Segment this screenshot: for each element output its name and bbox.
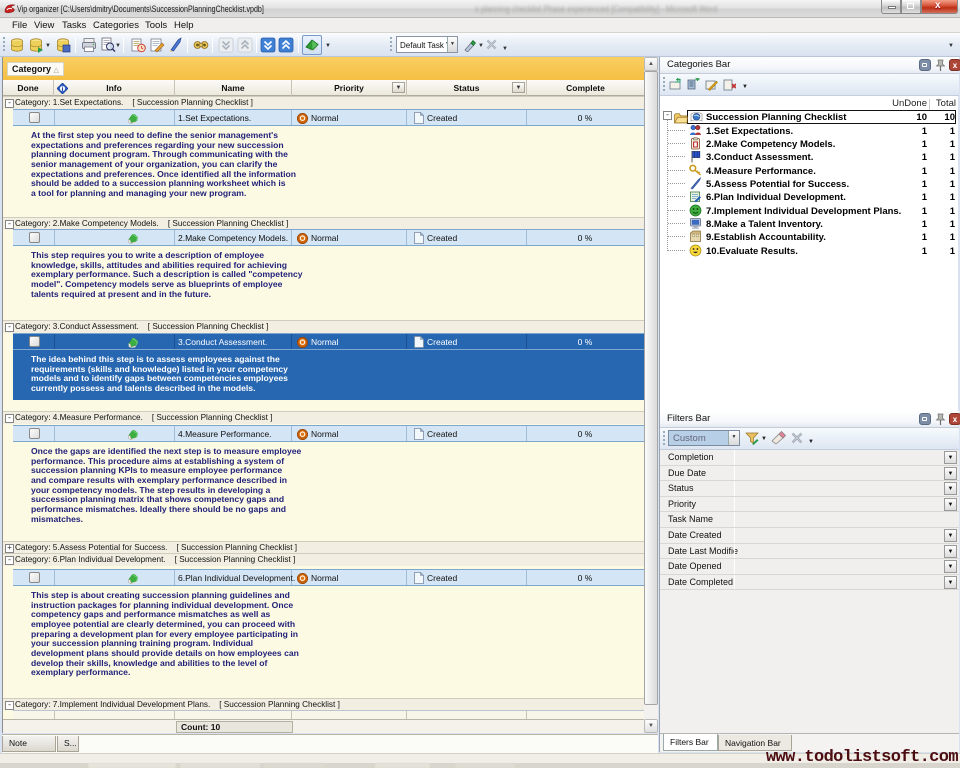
svg-text:i: i (62, 86, 64, 93)
